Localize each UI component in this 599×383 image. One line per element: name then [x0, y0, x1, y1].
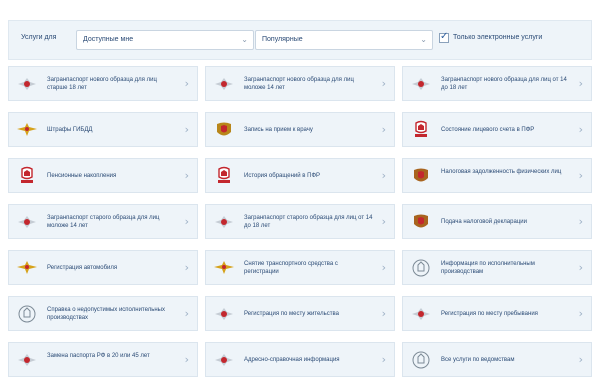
chevron-right-icon: › — [184, 123, 189, 136]
eagle-emblem-icon — [213, 212, 235, 232]
electronic-only-label: Только электронные услуги — [453, 34, 543, 41]
service-tile-label: Подача налоговой декларации — [441, 219, 527, 225]
service-tile[interactable]: Загранпаспорт нового образца для лиц мол… — [205, 66, 395, 101]
eagle-emblem-icon — [16, 350, 38, 370]
chevron-right-icon: › — [381, 307, 386, 320]
filter-bar: Услуги для Доступные мне ⌄ Популярные ⌄ … — [8, 20, 592, 60]
eagle-emblem-icon — [16, 212, 38, 232]
gibdd-emblem-icon — [16, 258, 38, 278]
health-emblem-icon — [213, 120, 235, 140]
checkmark-icon: ✓ — [440, 31, 449, 42]
sort-select[interactable]: Популярные ⌄ — [255, 30, 433, 50]
filter-label: Услуги для — [21, 34, 57, 41]
service-tile[interactable]: Справка о недопустимых исполнительных пр… — [8, 296, 198, 331]
service-tile[interactable]: Регистрация по месту жительства › — [205, 296, 395, 331]
service-tile[interactable]: Загранпаспорт нового образца для лиц ста… — [8, 66, 198, 101]
service-tile-label: Адресно-справочная информация — [244, 357, 340, 363]
service-tile[interactable]: История обращений в ПФР › — [205, 158, 395, 193]
sort-select-value: Популярные — [262, 36, 303, 43]
chevron-right-icon: › — [184, 261, 189, 274]
service-tile[interactable]: Все услуги по ведомствам › — [402, 342, 592, 377]
bailiff-emblem-icon — [16, 304, 38, 324]
electronic-only-checkbox[interactable]: ✓ — [439, 31, 449, 43]
chevron-right-icon: › — [381, 169, 386, 182]
chevron-down-icon: ⌄ — [420, 35, 427, 44]
chevron-right-icon: › — [578, 215, 583, 228]
service-tile[interactable]: Пенсионные накопления › — [8, 158, 198, 193]
chevron-right-icon: › — [578, 123, 583, 136]
chevron-down-icon: ⌄ — [241, 35, 248, 44]
service-tile-label: Снятие транспортного средства с регистра… — [244, 261, 338, 275]
service-tile[interactable]: Подача налоговой декларации › — [402, 204, 592, 239]
services-grid: Загранпаспорт нового образца для лиц ста… — [8, 66, 592, 380]
eagle-emblem-icon — [410, 74, 432, 94]
service-tile-label: История обращений в ПФР — [244, 173, 321, 179]
service-tile-label: Регистрация по месту жительства — [244, 311, 339, 317]
service-tile[interactable]: Информация по исполнительным производств… — [402, 250, 592, 285]
chevron-right-icon: › — [184, 215, 189, 228]
service-tile-label: Регистрация автомобиля — [47, 265, 118, 271]
service-tile-label: Загранпаспорт старого образца для лиц от… — [244, 215, 373, 229]
service-tile[interactable]: Загранпаспорт старого образца для лиц от… — [205, 204, 395, 239]
chevron-right-icon: › — [381, 215, 386, 228]
chevron-right-icon: › — [381, 261, 386, 274]
chevron-right-icon: › — [184, 77, 189, 90]
service-tile-label: Пенсионные накопления — [47, 173, 117, 179]
service-tile[interactable]: Снятие транспортного средства с регистра… — [205, 250, 395, 285]
eagle-emblem-icon — [213, 304, 235, 324]
chevron-right-icon: › — [184, 307, 189, 320]
chevron-right-icon: › — [381, 353, 386, 366]
service-tile[interactable]: Замена паспорта РФ в 20 или 45 лет › — [8, 342, 198, 377]
chevron-right-icon: › — [578, 261, 583, 274]
service-tile[interactable]: Регистрация по месту пребывания › — [402, 296, 592, 331]
services-page: Услуги для Доступные мне ⌄ Популярные ⌄ … — [0, 0, 599, 383]
chevron-right-icon: › — [578, 77, 583, 90]
service-tile[interactable]: Запись на прием к врачу › — [205, 112, 395, 147]
pfr-emblem-icon — [410, 120, 432, 140]
chevron-right-icon: › — [578, 353, 583, 366]
audience-select-value: Доступные мне — [83, 36, 134, 43]
gibdd-emblem-icon — [16, 120, 38, 140]
service-tile-label: Загранпаспорт старого образца для лиц мо… — [47, 215, 160, 229]
service-tile[interactable]: Загранпаспорт нового образца для лиц от … — [402, 66, 592, 101]
service-tile-label: Загранпаспорт нового образца для лиц мол… — [244, 77, 354, 91]
chevron-right-icon: › — [381, 77, 386, 90]
bailiff-emblem-icon — [410, 350, 432, 370]
service-tile-label: Запись на прием к врачу — [244, 127, 313, 133]
pfr-emblem-icon — [16, 166, 38, 186]
service-tile-label: Состояние лицевого счета в ПФР — [441, 127, 535, 133]
tax-emblem-icon — [410, 166, 432, 186]
eagle-emblem-icon — [213, 74, 235, 94]
service-tile-label: Загранпаспорт нового образца для лиц от … — [441, 77, 567, 91]
chevron-right-icon: › — [381, 123, 386, 136]
audience-select[interactable]: Доступные мне ⌄ — [76, 30, 254, 50]
service-tile-label: Информация по исполнительным производств… — [441, 261, 535, 275]
service-tile[interactable]: Штрафы ГИБДД › — [8, 112, 198, 147]
service-tile[interactable]: Налоговая задолженность физических лиц › — [402, 158, 592, 193]
pfr-emblem-icon — [213, 166, 235, 186]
service-tile[interactable]: Регистрация автомобиля › — [8, 250, 198, 285]
bailiff-emblem-icon — [410, 258, 432, 278]
service-tile-label: Налоговая задолженность физических лиц — [441, 169, 562, 175]
eagle-emblem-icon — [410, 304, 432, 324]
service-tile-label: Загранпаспорт нового образца для лиц ста… — [47, 77, 157, 91]
service-tile-label: Штрафы ГИБДД — [47, 127, 93, 133]
service-tile-label: Все услуги по ведомствам — [441, 357, 515, 363]
service-tile[interactable]: Загранпаспорт старого образца для лиц мо… — [8, 204, 198, 239]
tax-emblem-icon — [410, 212, 432, 232]
chevron-right-icon: › — [578, 169, 583, 182]
service-tile-label: Замена паспорта РФ в 20 или 45 лет — [47, 353, 150, 359]
chevron-right-icon: › — [578, 307, 583, 320]
eagle-emblem-icon — [213, 350, 235, 370]
service-tile[interactable]: Состояние лицевого счета в ПФР › — [402, 112, 592, 147]
gibdd-emblem-icon — [213, 258, 235, 278]
service-tile[interactable]: Адресно-справочная информация › — [205, 342, 395, 377]
chevron-right-icon: › — [184, 169, 189, 182]
eagle-emblem-icon — [16, 74, 38, 94]
chevron-right-icon: › — [184, 353, 189, 366]
service-tile-label: Справка о недопустимых исполнительных пр… — [47, 307, 165, 321]
service-tile-label: Регистрация по месту пребывания — [441, 311, 538, 317]
